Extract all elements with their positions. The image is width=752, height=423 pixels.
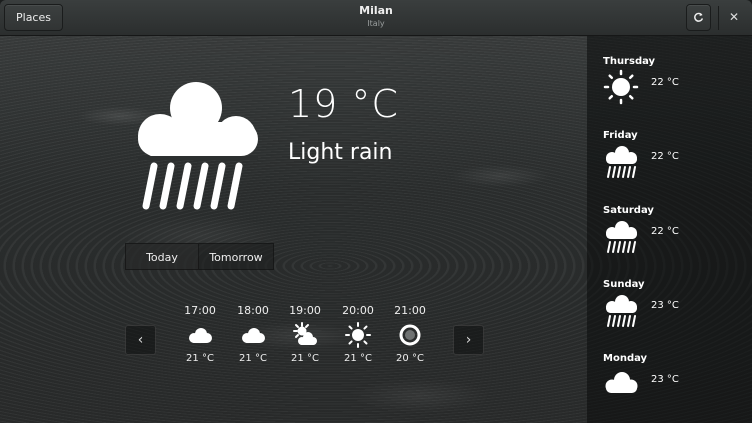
hourly-item: 17:00 21 °C xyxy=(180,304,220,366)
hourly-item: 20:00 21 °C xyxy=(338,304,378,366)
current-weather-icon xyxy=(132,80,264,216)
hour-time: 21:00 xyxy=(394,304,426,317)
forecast-day: Friday 22 °C xyxy=(603,129,743,178)
moon-icon xyxy=(399,324,421,346)
current-condition: Light rain xyxy=(288,140,393,165)
next-hours-button[interactable]: › xyxy=(453,325,484,355)
forecast-temperature: 23 °C xyxy=(651,374,679,385)
current-temperature: 19 °C xyxy=(288,82,399,126)
location-title: Milan xyxy=(359,4,393,17)
tab-today[interactable]: Today xyxy=(125,243,199,270)
refresh-icon xyxy=(694,12,704,22)
forecast-day: Thursday 22 °C xyxy=(603,55,743,105)
daily-forecast-panel: Thursday 22 °C Friday 22 °C Saturday 22 … xyxy=(587,36,752,423)
previous-hours-button[interactable]: ‹ xyxy=(125,325,156,355)
forecast-day-name: Sunday xyxy=(603,279,645,290)
hourly-item: 21:00 20 °C xyxy=(390,304,430,366)
rain-cloud-icon xyxy=(606,221,637,253)
forecast-temperature: 23 °C xyxy=(651,300,679,311)
hour-time: 17:00 xyxy=(184,304,216,317)
weather-window: Places Milan Italy ✕ 19 °C Light rain To… xyxy=(0,0,752,423)
location-subtitle: Italy xyxy=(367,19,385,28)
rain-cloud-icon xyxy=(606,146,637,178)
rain-cloud-icon xyxy=(138,82,258,210)
sun-cloud-icon xyxy=(293,322,317,345)
header-bar: Places Milan Italy ✕ xyxy=(0,0,752,36)
hour-temperature: 21 °C xyxy=(344,353,372,364)
chevron-left-icon: ‹ xyxy=(137,332,144,348)
rain-cloud-icon xyxy=(606,295,637,327)
close-button[interactable]: ✕ xyxy=(724,6,744,28)
hour-temperature: 21 °C xyxy=(239,353,267,364)
hour-time: 20:00 xyxy=(342,304,374,317)
forecast-day-name: Thursday xyxy=(603,56,656,67)
cloud-icon xyxy=(242,328,265,343)
tab-tomorrow[interactable]: Tomorrow xyxy=(199,243,274,270)
hour-temperature: 20 °C xyxy=(396,353,424,364)
header-separator xyxy=(718,6,719,30)
forecast-temperature: 22 °C xyxy=(651,226,679,237)
hourly-item: 19:00 21 °C xyxy=(285,304,325,366)
forecast-temperature: 22 °C xyxy=(651,151,679,162)
refresh-button[interactable] xyxy=(686,4,711,31)
forecast-temperature: 22 °C xyxy=(651,77,679,88)
sun-icon xyxy=(345,322,371,348)
hour-time: 19:00 xyxy=(289,304,321,317)
forecast-day: Sunday 23 °C xyxy=(603,278,743,327)
forecast-day: Saturday 22 °C xyxy=(603,204,743,253)
forecast-day-name: Monday xyxy=(603,353,648,364)
title-block: Milan Italy xyxy=(0,3,752,30)
sun-icon xyxy=(603,69,639,105)
hour-temperature: 21 °C xyxy=(291,353,319,364)
cloud-icon xyxy=(189,328,212,343)
cloud-icon xyxy=(605,372,638,393)
chevron-right-icon: › xyxy=(465,332,472,348)
forecast-day-name: Friday xyxy=(603,130,638,141)
forecast-day: Monday 23 °C xyxy=(603,352,743,393)
hourly-item: 18:00 21 °C xyxy=(233,304,273,366)
forecast-day-name: Saturday xyxy=(603,205,654,216)
hour-temperature: 21 °C xyxy=(186,353,214,364)
day-tabs: Today Tomorrow xyxy=(125,243,274,270)
close-icon: ✕ xyxy=(728,10,740,24)
hour-time: 18:00 xyxy=(237,304,269,317)
